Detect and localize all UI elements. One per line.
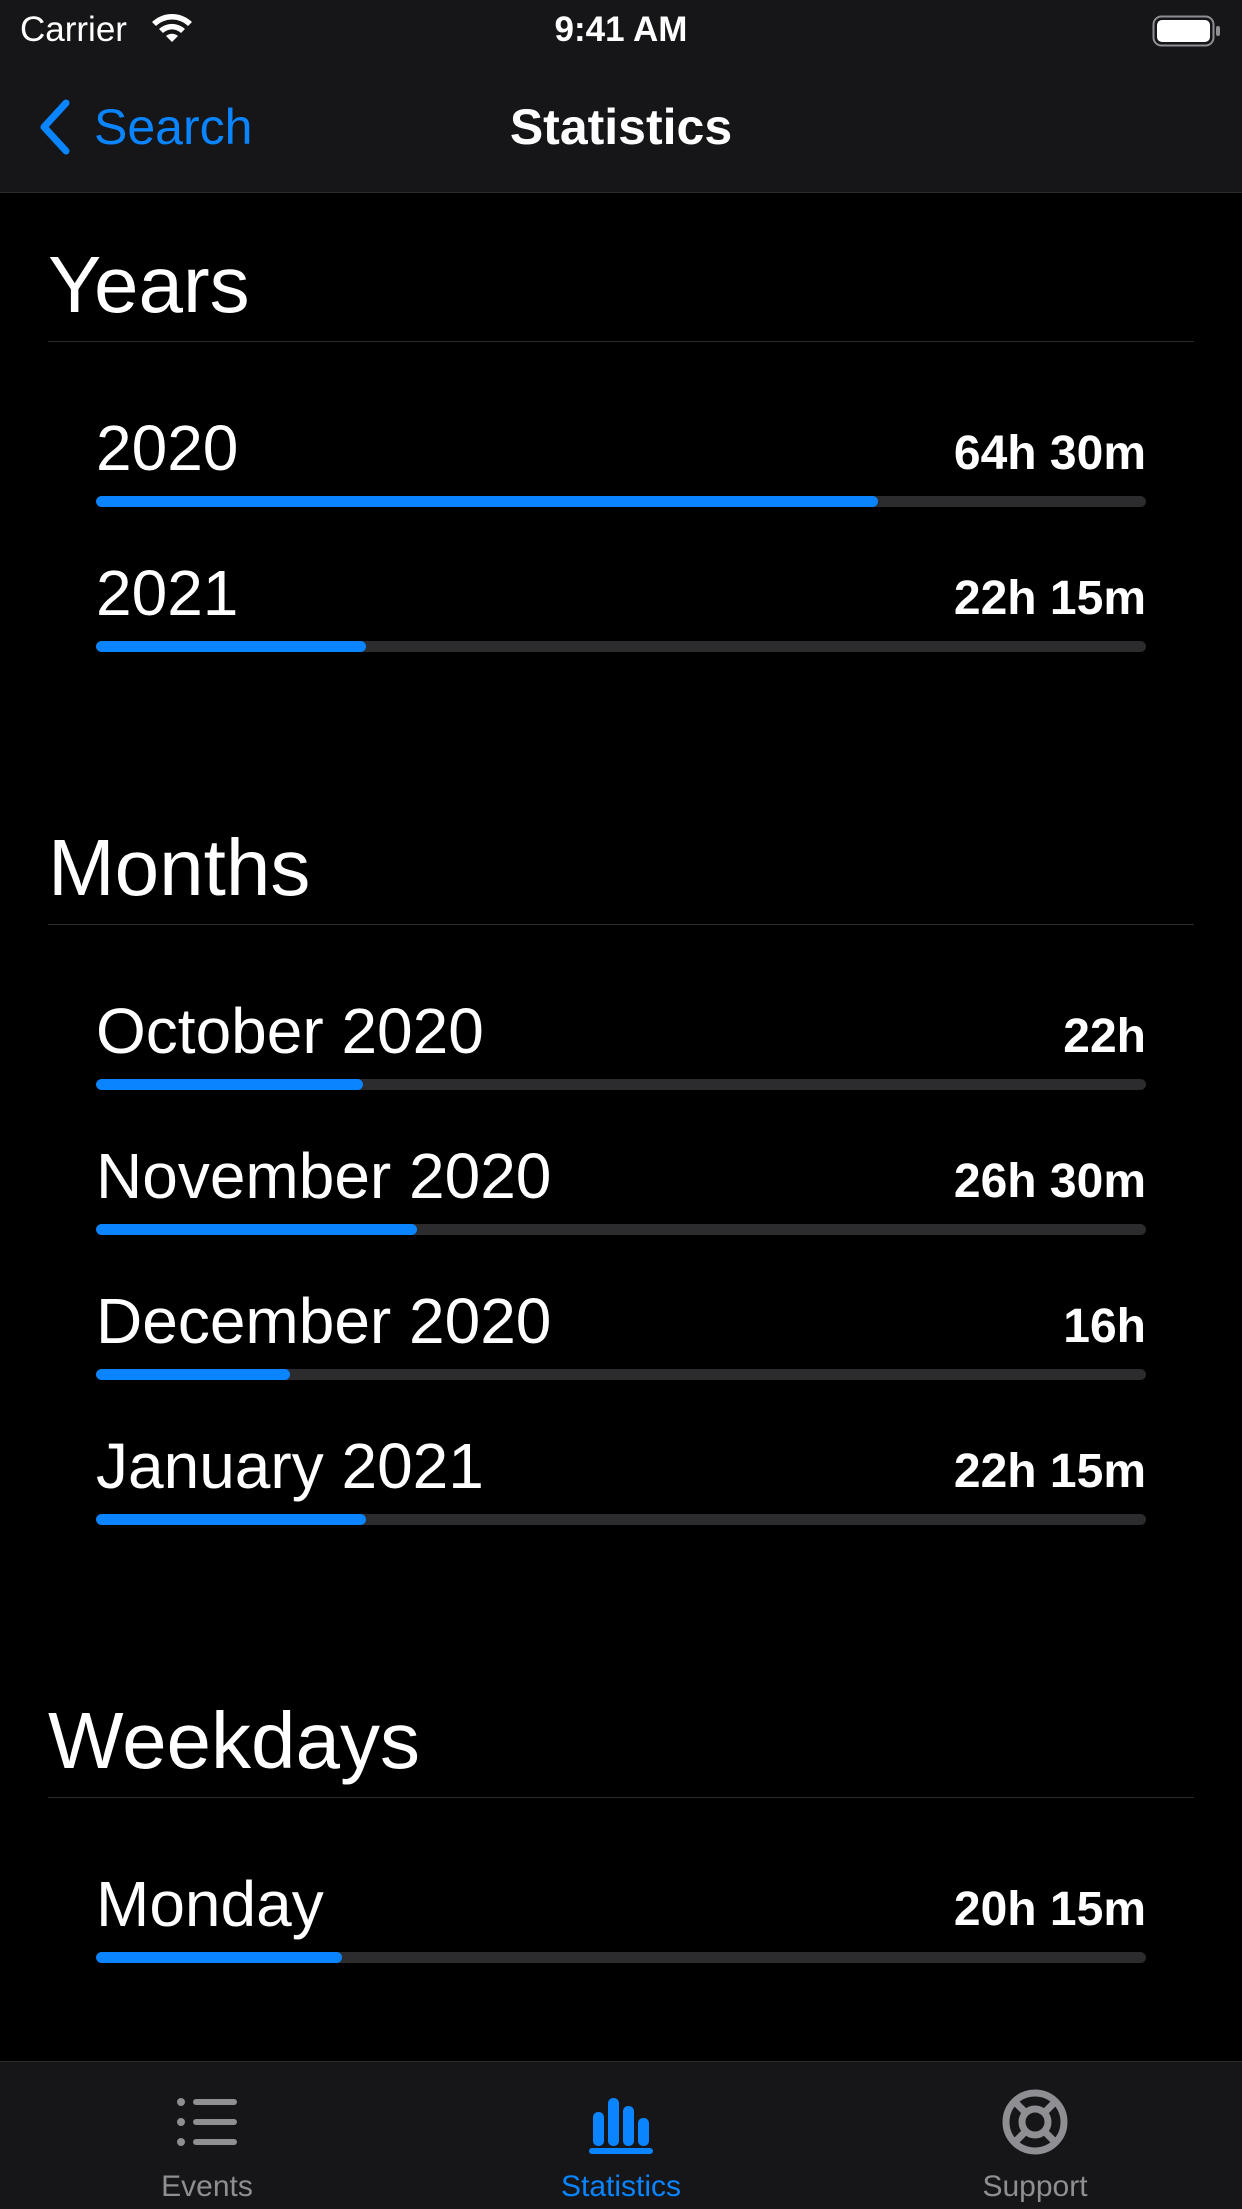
stat-label: November 2020 xyxy=(96,1140,552,1212)
stat-label: January 2021 xyxy=(96,1430,484,1502)
stat-value: 20h 15m xyxy=(953,1883,1146,1936)
progress-fill xyxy=(96,1079,363,1090)
stat-label: 2021 xyxy=(96,557,239,629)
progress-fill xyxy=(96,496,879,507)
section-title: Months xyxy=(48,823,311,912)
stat-row: 2021 22h 15m xyxy=(96,561,1146,706)
progress-track xyxy=(96,1369,1146,1380)
tab-events[interactable]: Events xyxy=(0,2062,414,2209)
status-bar: Carrier 9:41 AM xyxy=(0,0,1242,62)
progress-fill xyxy=(96,1952,342,1963)
stat-row: October 2020 22h xyxy=(96,999,1146,1144)
section-title: Weekdays xyxy=(48,1696,421,1785)
tab-bar: Events Statistics Support xyxy=(0,2061,1242,2209)
stat-value: 26h 30m xyxy=(953,1155,1146,1208)
stat-row: January 2021 22h 15m xyxy=(96,1434,1146,1579)
progress-track xyxy=(96,641,1146,652)
stat-row: Monday 20h 15m xyxy=(96,1872,1146,2017)
statistics-scroll-view[interactable]: Years 2020 64h 30m 2021 22h 15m Months O… xyxy=(0,193,1242,2061)
section-months: Months October 2020 22h November 2020 26… xyxy=(0,776,1242,1649)
stat-label: 2020 xyxy=(96,412,239,484)
section-title: Years xyxy=(48,240,250,329)
navigation-bar: Search Statistics xyxy=(0,62,1242,193)
section-weekdays: Weekdays Monday 20h 15m xyxy=(0,1649,1242,2061)
stat-label: December 2020 xyxy=(96,1285,552,1357)
stat-value: 16h xyxy=(1063,1300,1146,1353)
chart-bar-icon xyxy=(589,2098,653,2154)
stat-value: 22h 15m xyxy=(953,572,1146,625)
stat-value: 22h xyxy=(1063,1010,1146,1063)
tab-label: Statistics xyxy=(560,2170,682,2203)
stat-value: 22h 15m xyxy=(953,1445,1146,1498)
progress-fill xyxy=(96,1514,366,1525)
progress-track xyxy=(96,1952,1146,1963)
tab-support[interactable]: Support xyxy=(828,2062,1242,2209)
progress-fill xyxy=(96,1369,291,1380)
lifebuoy-icon xyxy=(1002,2089,1068,2155)
progress-fill xyxy=(96,641,366,652)
tab-label: Events xyxy=(161,2170,253,2203)
battery-icon xyxy=(1152,15,1220,47)
progress-track xyxy=(96,1079,1146,1090)
progress-track xyxy=(96,496,1146,507)
page-title: Statistics xyxy=(509,99,733,155)
section-years: Years 2020 64h 30m 2021 22h 15m xyxy=(0,193,1242,776)
stat-label: October 2020 xyxy=(96,995,484,1067)
stat-row: 2020 64h 30m xyxy=(96,416,1146,561)
tab-label: Support xyxy=(982,2170,1088,2203)
stat-row: November 2020 26h 30m xyxy=(96,1144,1146,1289)
stat-row: December 2020 16h xyxy=(96,1289,1146,1434)
list-icon xyxy=(177,2098,237,2146)
tab-statistics[interactable]: Statistics xyxy=(414,2062,828,2209)
progress-fill xyxy=(96,1224,418,1235)
progress-track xyxy=(96,1514,1146,1525)
stat-label: Monday xyxy=(96,1868,324,1940)
stat-value: 64h 30m xyxy=(953,427,1146,480)
progress-track xyxy=(96,1224,1146,1235)
clock: 9:41 AM xyxy=(554,10,688,49)
